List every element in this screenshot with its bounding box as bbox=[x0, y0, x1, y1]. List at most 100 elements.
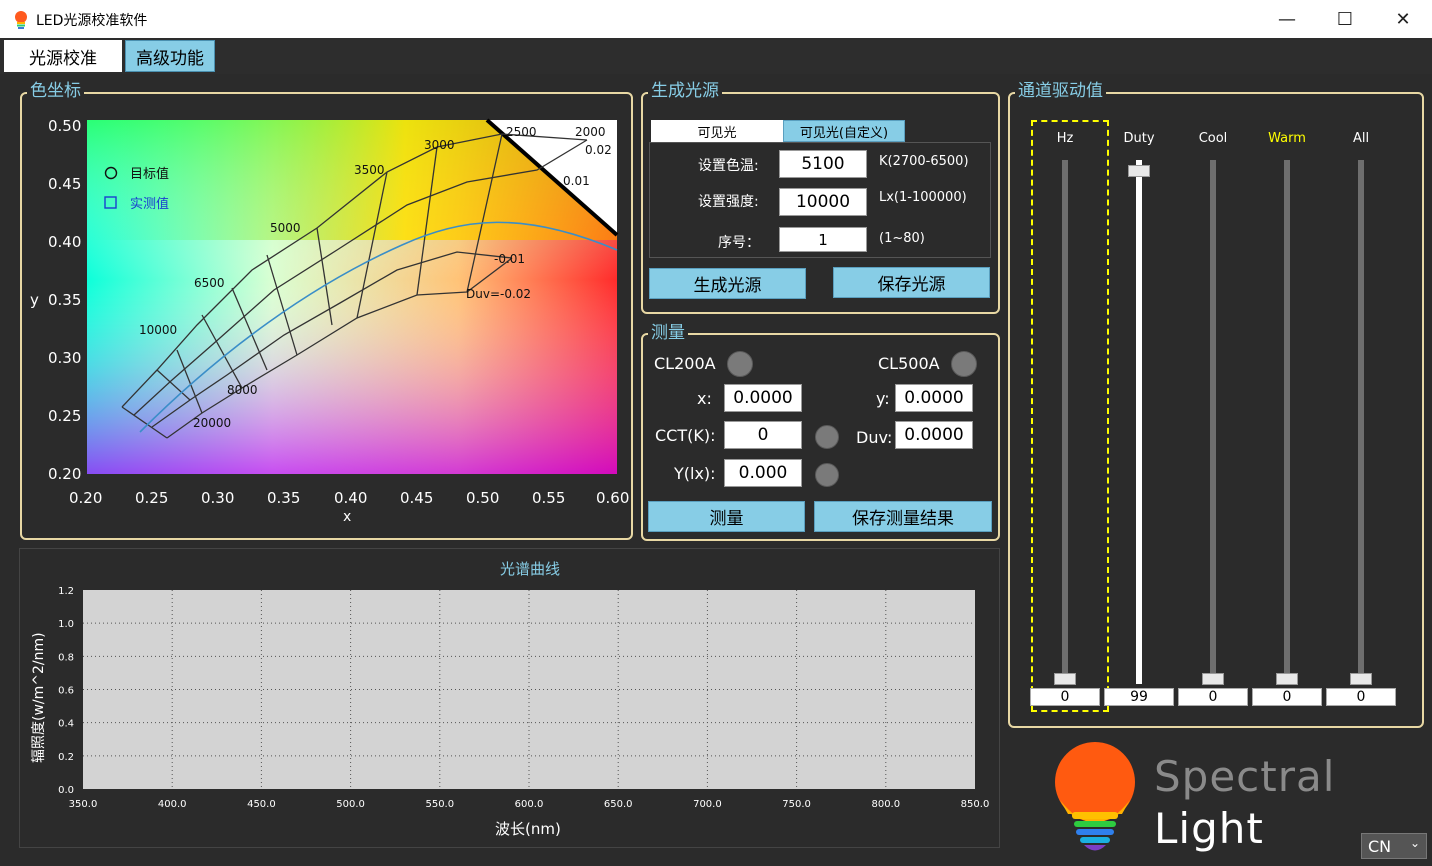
channel-value-cool[interactable]: 0 bbox=[1178, 688, 1248, 706]
channel-label-all: All bbox=[1352, 131, 1370, 146]
spectrum-x-tick: 500.0 bbox=[336, 799, 365, 810]
cct-label: 3500 bbox=[354, 163, 385, 177]
duv-measured-field[interactable]: 0.0000 bbox=[895, 421, 973, 449]
spectrum-y-tick: 0.2 bbox=[58, 752, 74, 763]
y-tick: 0.35 bbox=[48, 291, 81, 309]
channel-value-warm[interactable]: 0 bbox=[1252, 688, 1322, 706]
x-tick: 0.55 bbox=[532, 489, 565, 507]
x-tick: 0.40 bbox=[334, 489, 367, 507]
x-tick: 0.30 bbox=[201, 489, 234, 507]
x-tick: 0.60 bbox=[596, 489, 629, 507]
slider-thumb-handle[interactable] bbox=[1276, 673, 1298, 685]
channel-slider-hz[interactable] bbox=[1062, 160, 1068, 684]
subtab-visible-light[interactable]: 可见光 bbox=[651, 120, 783, 142]
tab-light-calibration[interactable]: 光源校准 bbox=[4, 40, 122, 72]
intensity-range-label: Lx(1-100000) bbox=[879, 190, 967, 205]
lux-measured-label: Y(lx): bbox=[674, 464, 716, 483]
spectrum-x-tick: 600.0 bbox=[515, 799, 544, 810]
cl500a-label: CL500A bbox=[878, 354, 940, 373]
brand-name-line1: Spectral bbox=[1154, 752, 1336, 801]
x-tick: 0.20 bbox=[69, 489, 102, 507]
channel-value-duty[interactable]: 99 bbox=[1104, 688, 1174, 706]
cct-label: 3000 bbox=[424, 138, 455, 152]
channel-slider-warm[interactable] bbox=[1284, 160, 1290, 684]
spectrum-plot-area bbox=[83, 590, 975, 789]
window-title: LED光源校准软件 bbox=[36, 13, 148, 29]
channel-label-cool: Cool bbox=[1198, 131, 1228, 146]
spectrum-x-tick: 350.0 bbox=[69, 799, 98, 810]
tab-advanced-functions[interactable]: 高级功能 bbox=[125, 40, 215, 72]
y-value-label: y: bbox=[876, 389, 890, 408]
x-tick: 0.50 bbox=[466, 489, 499, 507]
index-input[interactable]: 1 bbox=[779, 227, 867, 252]
channel-slider-cool[interactable] bbox=[1210, 160, 1216, 684]
channel-value-hz[interactable]: 0 bbox=[1030, 688, 1100, 706]
selected-channel-highlight bbox=[1031, 120, 1109, 712]
minimize-button[interactable]: — bbox=[1258, 0, 1316, 38]
index-label: 序号： bbox=[718, 235, 760, 251]
x-value-field[interactable]: 0.0000 bbox=[724, 384, 802, 412]
y-tick: 0.40 bbox=[48, 233, 81, 251]
maximize-icon: ☐ bbox=[1336, 8, 1354, 30]
save-light-button[interactable]: 保存光源 bbox=[833, 267, 990, 298]
slider-thumb-handle[interactable] bbox=[1054, 673, 1076, 685]
spectrum-x-tick: 450.0 bbox=[247, 799, 276, 810]
y-tick: 0.50 bbox=[48, 117, 81, 135]
lux-measured-field[interactable]: 0.000 bbox=[724, 459, 802, 487]
maximize-button[interactable]: ☐ bbox=[1316, 0, 1374, 38]
x-value-label: x: bbox=[697, 389, 712, 408]
cct-label: 20000 bbox=[193, 416, 231, 430]
spectrum-y-tick: 0.0 bbox=[58, 785, 74, 796]
cct-status-indicator bbox=[815, 425, 839, 449]
subtab-custom-visible-light[interactable]: 可见光(自定义) bbox=[783, 120, 905, 142]
spectrum-x-axis-label: 波长(nm) bbox=[495, 820, 561, 838]
minimize-icon: — bbox=[1278, 8, 1296, 30]
channel-slider-duty[interactable] bbox=[1136, 160, 1142, 684]
language-select[interactable]: CN ⌄ bbox=[1361, 833, 1427, 859]
y-tick: 0.25 bbox=[48, 407, 81, 425]
duv-label: 0.01 bbox=[563, 174, 590, 188]
spectrum-x-tick: 400.0 bbox=[158, 799, 187, 810]
measure-group-title: 测量 bbox=[648, 323, 688, 343]
chromaticity-group-title: 色坐标 bbox=[27, 81, 84, 101]
cl200a-label: CL200A bbox=[654, 354, 716, 373]
bulb-app-icon bbox=[15, 11, 27, 29]
measure-button[interactable]: 测量 bbox=[648, 501, 805, 532]
spectrum-x-tick: 700.0 bbox=[693, 799, 722, 810]
cct-label: 8000 bbox=[227, 383, 258, 397]
duv-label: Duv=-0.02 bbox=[466, 287, 531, 301]
y-value-field[interactable]: 0.0000 bbox=[895, 384, 973, 412]
slider-thumb-handle[interactable] bbox=[1128, 165, 1150, 178]
intensity-setting-input[interactable]: 10000 bbox=[779, 188, 867, 216]
slider-thumb-handle[interactable] bbox=[1202, 673, 1224, 685]
spectrum-x-tick: 800.0 bbox=[871, 799, 900, 810]
cct-setting-label: 设置色温: bbox=[698, 158, 759, 174]
cct-measured-field[interactable]: 0 bbox=[724, 421, 802, 449]
chromaticity-diagram: 2000 2500 3000 3500 5000 6500 10000 8000… bbox=[30, 117, 629, 525]
close-window-button[interactable]: ✕ bbox=[1374, 0, 1432, 38]
y-axis-label: y bbox=[30, 291, 39, 309]
chevron-down-icon: ⌄ bbox=[1409, 836, 1420, 850]
channel-slider-all[interactable] bbox=[1358, 160, 1364, 684]
channel-label-warm: Warm bbox=[1268, 131, 1306, 146]
y-tick: 0.30 bbox=[48, 349, 81, 367]
cct-measured-label: CCT(K): bbox=[655, 426, 716, 445]
cct-setting-input[interactable]: 5100 bbox=[779, 150, 867, 178]
x-tick: 0.25 bbox=[135, 489, 168, 507]
cct-label: 2000 bbox=[575, 125, 606, 139]
intensity-setting-label: 设置强度: bbox=[698, 194, 759, 210]
channel-value-all[interactable]: 0 bbox=[1326, 688, 1396, 706]
x-tick: 0.45 bbox=[400, 489, 433, 507]
generate-light-button[interactable]: 生成光源 bbox=[649, 268, 806, 299]
legend-target-label: 目标值 bbox=[130, 166, 169, 182]
x-axis-label: x bbox=[343, 509, 351, 525]
duv-measured-label: Duv: bbox=[856, 428, 893, 447]
cct-label: 2500 bbox=[506, 125, 537, 139]
save-measurement-button[interactable]: 保存测量结果 bbox=[814, 501, 992, 532]
lux-status-indicator bbox=[815, 463, 839, 487]
spectrum-x-tick: 650.0 bbox=[604, 799, 633, 810]
cct-label: 10000 bbox=[139, 323, 177, 337]
slider-thumb-handle[interactable] bbox=[1350, 673, 1372, 685]
channel-drive-group-title: 通道驱动值 bbox=[1015, 81, 1106, 101]
spectrum-y-tick: 0.8 bbox=[58, 652, 74, 663]
